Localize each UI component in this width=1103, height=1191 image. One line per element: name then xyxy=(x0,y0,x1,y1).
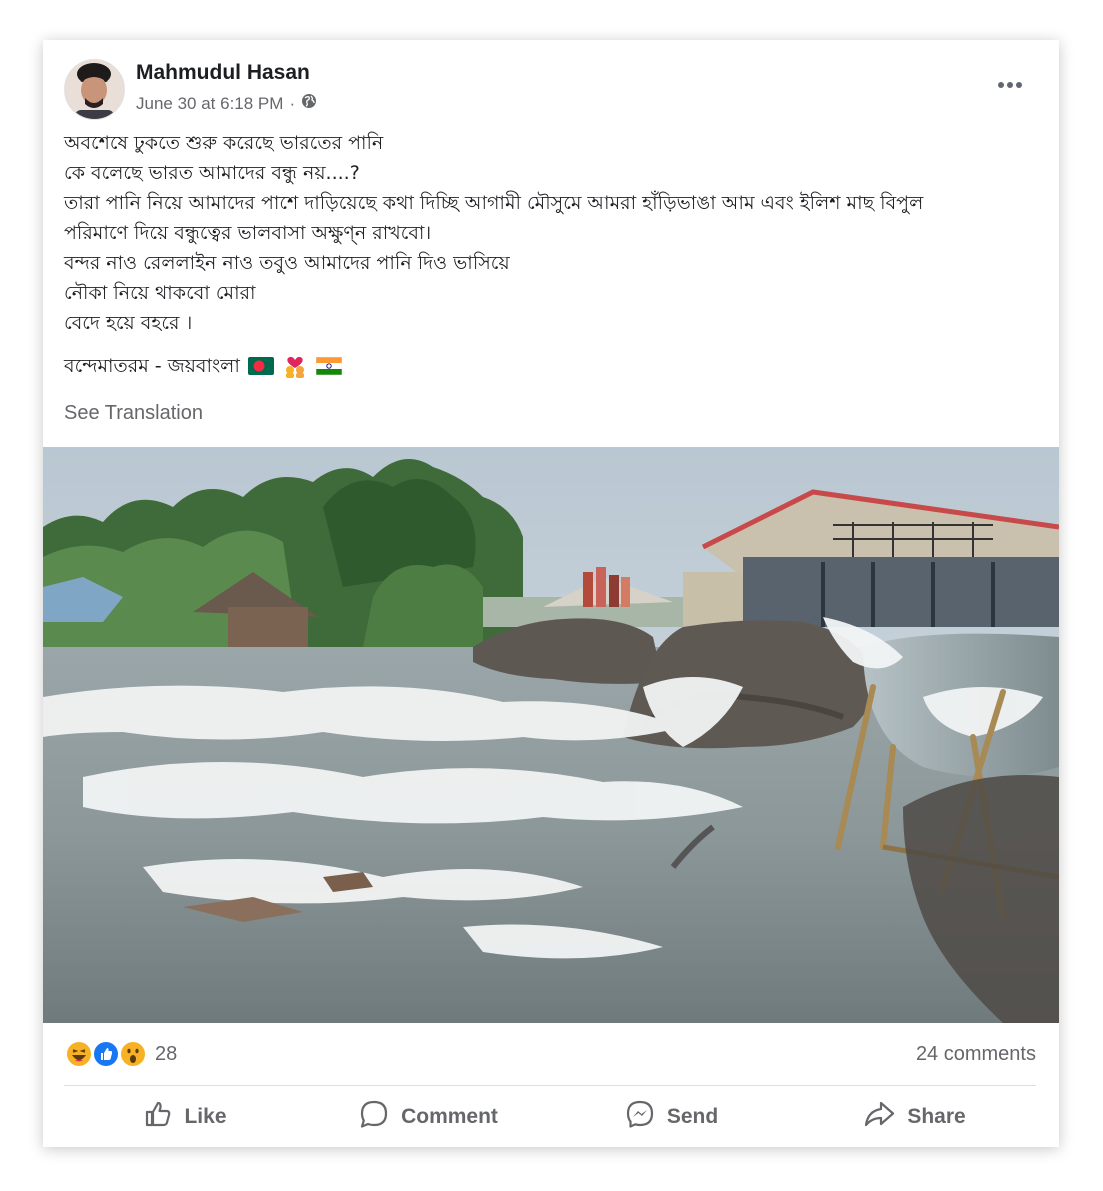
like-icon xyxy=(91,1039,121,1069)
comment-button[interactable]: Comment xyxy=(307,1090,550,1144)
send-label: Send xyxy=(666,1105,719,1128)
like-button[interactable]: Like xyxy=(64,1090,307,1144)
comments-count-link[interactable]: 24 comments xyxy=(916,1043,1036,1066)
action-bar: Like Comment Send Share xyxy=(64,1090,1036,1144)
post-text-line: অবশেষে ঢুকতে শুরু করেছে ভারতের পানি xyxy=(64,132,384,154)
comment-label: Comment xyxy=(401,1105,498,1128)
post-card: Mahmudul Hasan June 30 at 6:18 PM · অবশে… xyxy=(43,40,1059,1147)
author-name[interactable]: Mahmudul Hasan xyxy=(136,61,310,85)
post-text-line: পরিমাণে দিয়ে বন্ধুত্বের ভালবাসা অক্ষুণ্… xyxy=(64,222,432,244)
share-label: Share xyxy=(907,1105,966,1128)
post-text-line: নৌকা নিয়ে থাকবো মোরা xyxy=(64,282,256,304)
wow-icon xyxy=(118,1039,148,1069)
post-signature: বন্দেমাতরম - জয়বাংলা xyxy=(64,352,343,384)
comment-icon xyxy=(359,1099,389,1135)
post-timestamp[interactable]: June 30 at 6:18 PM xyxy=(136,94,283,114)
author-avatar[interactable] xyxy=(64,59,125,120)
meta-separator: · xyxy=(289,93,296,113)
post-text-line: কে বলেছে ভারত আমাদের বন্ধু নয়....? xyxy=(64,162,360,184)
signature-text: বন্দেমাতরম - জয়বাংলা xyxy=(64,355,240,377)
more-options-icon[interactable] xyxy=(995,70,1025,100)
india-flag-icon xyxy=(315,356,343,380)
actions-divider xyxy=(64,1085,1036,1086)
send-button[interactable]: Send xyxy=(550,1090,793,1144)
share-button[interactable]: Share xyxy=(793,1090,1036,1144)
post-body: অবশেষে ঢুকতে শুরু করেছে ভারতের পানি কে ব… xyxy=(64,128,1044,338)
see-translation-link[interactable]: See Translation xyxy=(64,402,203,425)
couple-with-heart-icon xyxy=(282,354,308,383)
post-photo[interactable] xyxy=(43,447,1059,1023)
messenger-icon xyxy=(625,1099,655,1135)
reaction-icons xyxy=(64,1039,148,1069)
post-header: Mahmudul Hasan June 30 at 6:18 PM · xyxy=(43,40,1059,126)
reaction-count: 28 xyxy=(155,1042,178,1065)
reaction-summary[interactable]: 28 xyxy=(64,1039,177,1069)
post-text-line: বন্দর নাও রেললাইন নাও তবুও আমাদের পানি দ… xyxy=(64,252,510,274)
post-text-line: তারা পানি নিয়ে আমাদের পাশে দাড়িয়েছে ক… xyxy=(64,192,924,214)
thumbs-up-icon xyxy=(144,1100,172,1134)
post-text-line: বেদে হয়ে বহরে । xyxy=(64,312,193,334)
share-icon xyxy=(863,1100,895,1134)
globe-icon xyxy=(301,93,317,114)
like-label: Like xyxy=(184,1105,227,1128)
post-meta: June 30 at 6:18 PM · xyxy=(136,93,317,114)
bangladesh-flag-icon xyxy=(247,356,274,380)
haha-icon xyxy=(64,1039,94,1069)
